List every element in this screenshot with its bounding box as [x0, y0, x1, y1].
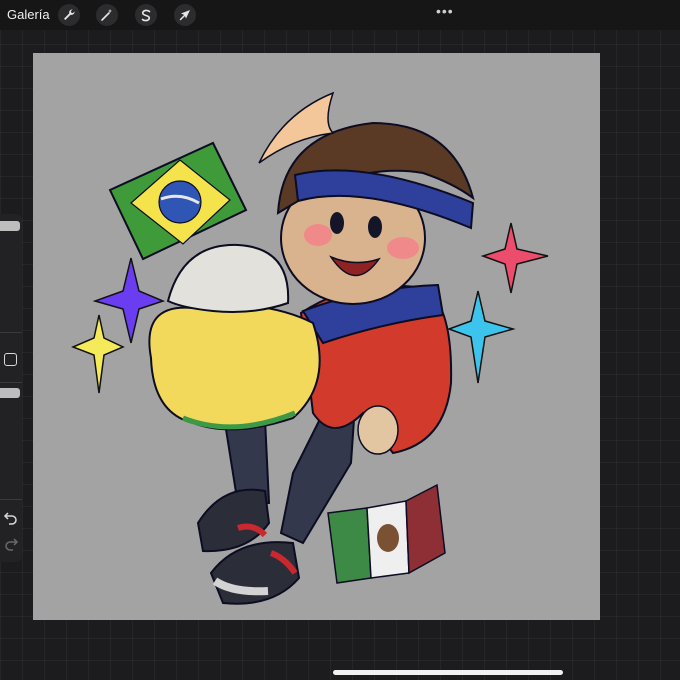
top-toolbar: Galería •••: [0, 0, 680, 30]
sidebar-divider: [0, 382, 22, 383]
magic-wand-icon: [101, 9, 112, 21]
selection-icon: [141, 9, 151, 22]
undo-icon[interactable]: [3, 509, 19, 525]
wrench-icon: [64, 9, 75, 20]
artwork: [71, 91, 549, 605]
selection-button[interactable]: [135, 4, 157, 26]
sidebar-divider: [0, 499, 22, 500]
character-head-drawing: [258, 91, 475, 305]
actions-button[interactable]: [58, 4, 80, 26]
mexico-flag-drawing: [327, 483, 446, 584]
gallery-button[interactable]: Galería: [7, 7, 50, 22]
modify-square-icon[interactable]: [4, 353, 17, 366]
adjustments-button[interactable]: [96, 4, 118, 26]
home-indicator: [333, 670, 563, 675]
sidebar-divider: [0, 332, 22, 333]
character-legs-drawing: [196, 403, 357, 605]
brazil-flag-drawing: [108, 141, 248, 261]
redo-icon[interactable]: [3, 535, 19, 551]
transform-arrow-icon: [179, 10, 190, 21]
opacity-slider[interactable]: [0, 388, 20, 398]
brush-size-slider[interactable]: [0, 221, 20, 231]
more-options-button[interactable]: •••: [436, 3, 454, 19]
left-sidebar: [0, 214, 22, 562]
transform-button[interactable]: [174, 4, 196, 26]
drawing-canvas[interactable]: [33, 53, 600, 620]
